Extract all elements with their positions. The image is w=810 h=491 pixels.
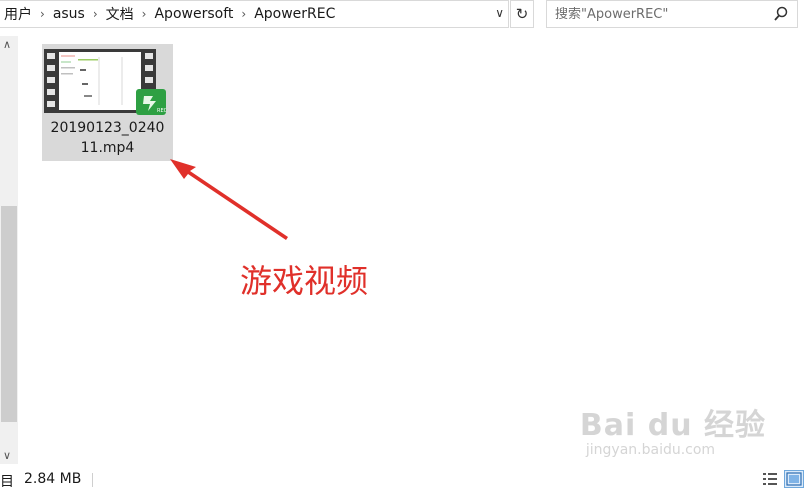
view-switcher	[760, 470, 804, 488]
chevron-right-icon[interactable]: ›	[89, 7, 102, 21]
file-name-line-2: 11.mp4	[80, 140, 135, 156]
breadcrumb-apowerrec[interactable]: ApowerREC	[250, 6, 339, 22]
scroll-down-icon[interactable]: ∨	[3, 449, 11, 462]
chevron-down-icon[interactable]: ∨	[495, 6, 504, 20]
file-name-line-1: 20190123_0240	[50, 120, 165, 136]
selection-size: 2.84 MB	[24, 471, 82, 487]
status-divider	[92, 473, 93, 487]
breadcrumb-documents[interactable]: 文档	[102, 4, 138, 24]
chevron-right-icon[interactable]: ›	[36, 7, 49, 21]
large-icons-view-button[interactable]	[784, 470, 804, 488]
watermark: Bai du 经验 jingyan.baidu.com	[580, 400, 766, 458]
status-bar: 目 2.84 MB	[0, 470, 810, 490]
chevron-right-icon[interactable]: ›	[237, 7, 250, 21]
scrollbar-thumb[interactable]	[1, 206, 17, 422]
refresh-icon: ↻	[515, 5, 529, 23]
watermark-url: jingyan.baidu.com	[585, 442, 716, 458]
svg-text:REC: REC	[157, 108, 166, 114]
breadcrumb-apowersoft[interactable]: Apowersoft	[150, 6, 237, 22]
search-box[interactable]	[546, 0, 798, 28]
scroll-up-icon[interactable]: ∧	[3, 38, 11, 51]
address-bar[interactable]: 用户 › asus › 文档 › Apowersoft › ApowerREC …	[0, 0, 509, 28]
details-view-icon	[763, 473, 777, 485]
chevron-right-icon[interactable]: ›	[138, 7, 151, 21]
file-name[interactable]: 20190123_0240 11.mp4	[42, 118, 173, 158]
video-thumbnail-icon: REC	[44, 49, 166, 115]
vertical-scrollbar[interactable]: ∧ ∨	[0, 36, 18, 464]
search-icon[interactable]	[773, 5, 789, 27]
details-view-button[interactable]	[760, 470, 780, 488]
breadcrumb-asus[interactable]: asus	[49, 6, 89, 22]
refresh-button[interactable]: ↻	[510, 0, 534, 28]
breadcrumb-users[interactable]: 用户	[0, 4, 36, 24]
search-input[interactable]	[555, 6, 765, 22]
large-icons-view-icon	[786, 472, 802, 486]
item-count-text: 目	[0, 474, 14, 490]
annotation-text: 游戏视频	[240, 262, 369, 300]
watermark-logo: Bai du 经验	[579, 408, 766, 443]
annotation-arrow-icon	[170, 159, 288, 240]
file-item[interactable]: REC 20190123_0240 11.mp4	[42, 44, 173, 161]
